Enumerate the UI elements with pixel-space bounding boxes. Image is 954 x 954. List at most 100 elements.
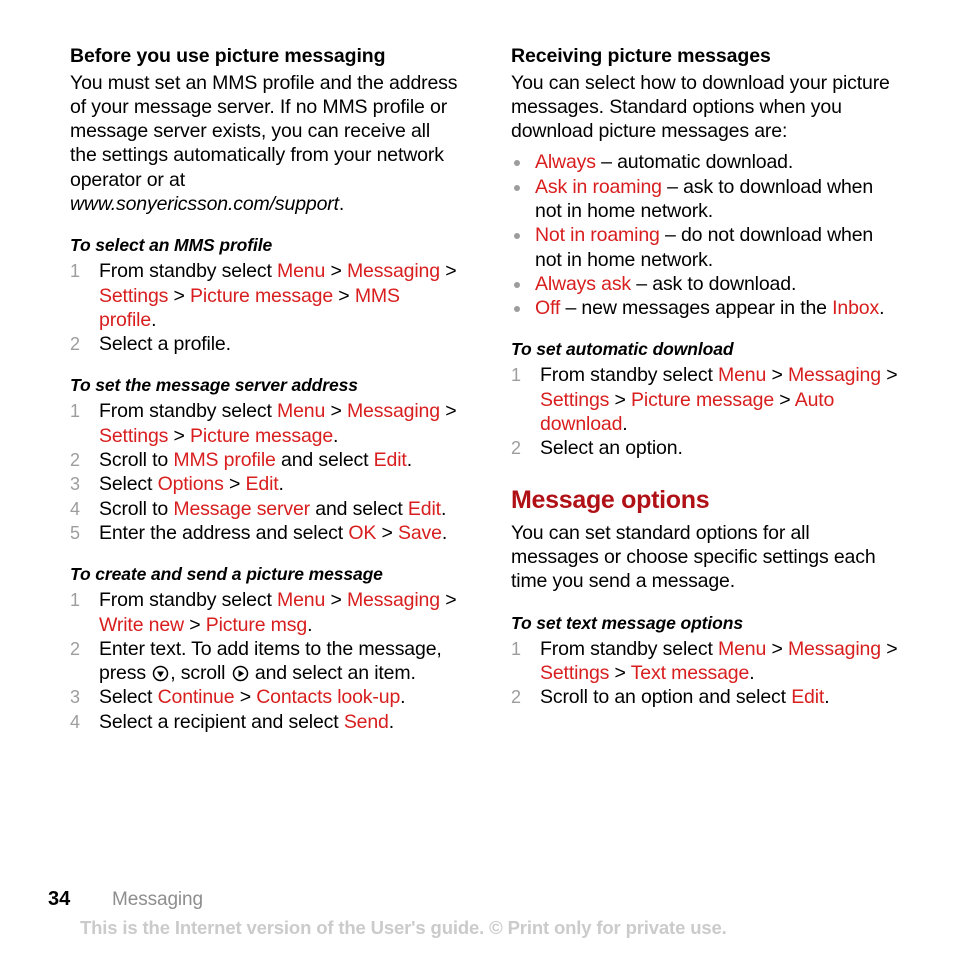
step-text: . (749, 661, 755, 684)
step-text: From standby select (540, 364, 718, 387)
intro-text-before-url: You must set an MMS profile and the addr… (70, 71, 458, 191)
procedure-step: Select Options > Edit. (70, 472, 458, 497)
ui-term: Messaging (346, 589, 440, 612)
step-text: . (879, 297, 885, 320)
ui-term: Messaging (346, 400, 440, 423)
step-text: From standby select (540, 637, 718, 660)
ui-term: Always (535, 151, 596, 174)
intro-text-after-url: . (338, 192, 345, 215)
step-text: – ask to download. (631, 272, 797, 295)
procedure-steps-create-send-picture-message: From standby select Menu > Messaging > W… (70, 588, 458, 734)
step-text: > (223, 473, 246, 496)
ui-term: Settings (540, 661, 610, 684)
step-text: – automatic download. (595, 151, 794, 174)
step-text: From standby select (99, 589, 277, 612)
left-column-intro-paragraph: You must set an MMS profile and the addr… (70, 71, 458, 217)
step-text: > (766, 364, 788, 387)
left-column: Before you use picture messaging You mus… (70, 44, 458, 734)
ui-term: Settings (99, 424, 169, 447)
procedure-steps-text-message-options: From standby select Menu > Messaging > S… (511, 637, 899, 710)
procedure-step: From standby select Menu > Messaging > W… (70, 588, 458, 637)
list-item: Always ask – ask to download. (511, 272, 899, 296)
procedure-step: Select a profile. (70, 332, 458, 357)
step-text: . (400, 686, 406, 709)
ui-term: Menu (277, 400, 326, 423)
step-text: > (234, 686, 257, 709)
step-text: > (880, 364, 898, 387)
step-text: Scroll to an option and select (540, 686, 792, 709)
list-item: Not in roaming – do not download when no… (511, 223, 899, 272)
step-text: > (168, 424, 191, 447)
ui-term: Ask in roaming (535, 175, 662, 198)
ui-term: Contacts look-up (256, 686, 401, 709)
step-text: Select an option. (540, 437, 683, 460)
step-text: > (168, 284, 191, 307)
page-footer: 34 Messaging This is the Internet versio… (48, 888, 918, 939)
ui-term: Menu (718, 364, 767, 387)
step-text: > (325, 260, 347, 283)
ui-term: Picture msg (205, 613, 308, 636)
ui-term: Continue (157, 686, 235, 709)
ui-term: Write new (99, 613, 184, 636)
navkey-down-icon (152, 665, 169, 682)
right-column-heading: Receiving picture messages (511, 45, 771, 67)
ui-term: Send (343, 710, 389, 733)
left-column-heading: Before you use picture messaging (70, 45, 386, 67)
procedure-step: From standby select Menu > Messaging > S… (511, 637, 899, 686)
step-text: From standby select (99, 260, 277, 283)
step-text: . (333, 424, 339, 447)
ui-term: Messaging (346, 260, 440, 283)
ui-term: Menu (277, 589, 326, 612)
step-text: > (439, 589, 457, 612)
ui-term: Menu (277, 260, 326, 283)
ui-term: MMS profile (173, 449, 276, 472)
step-text: . (441, 521, 448, 544)
step-text: > (766, 637, 788, 660)
user-guide-page: Before you use picture messaging You mus… (0, 0, 954, 954)
procedure-step: Scroll to an option and select Edit. (511, 685, 899, 710)
ui-term: Picture message (631, 388, 775, 411)
step-text: . (622, 413, 628, 436)
step-text: Scroll to (99, 497, 174, 520)
message-options-paragraph: You can set standard options for all mes… (511, 521, 876, 593)
step-text: and select (275, 449, 374, 472)
procedure-step: Scroll to MMS profile and select Edit. (70, 448, 458, 473)
step-text: > (325, 400, 347, 423)
step-text: . (388, 710, 395, 733)
ui-term: Messaging (787, 364, 881, 387)
procedure-steps-select-mms-profile: From standby select Menu > Messaging > S… (70, 259, 458, 356)
procedure-steps-automatic-download: From standby select Menu > Messaging > S… (511, 363, 899, 460)
step-text: > (880, 637, 898, 660)
procedure-step: Select a recipient and select Send. (70, 710, 458, 735)
ui-term: Text message (630, 661, 750, 684)
list-item: Off – new messages appear in the Inbox. (511, 296, 899, 320)
ui-term: Picture message (190, 424, 334, 447)
ui-term: Menu (718, 637, 767, 660)
ui-term: Settings (99, 284, 169, 307)
ui-term: Edit (791, 686, 825, 709)
step-text: and select an item. (249, 662, 416, 685)
step-text: Scroll to (99, 449, 174, 472)
procedure-step: From standby select Menu > Messaging > S… (70, 399, 458, 448)
step-text: > (333, 284, 355, 307)
ui-term: Messaging (787, 637, 881, 660)
section-heading-message-options: Message options (511, 485, 710, 514)
step-text: . (406, 449, 412, 472)
step-text: . (278, 473, 284, 496)
procedure-step: From standby select Menu > Messaging > S… (70, 259, 458, 332)
step-text: Select a profile. (99, 333, 231, 356)
step-text: > (439, 400, 457, 423)
procedure-step: From standby select Menu > Messaging > S… (511, 363, 899, 436)
ui-term: Options (157, 473, 224, 496)
navkey-right-icon (232, 665, 249, 682)
download-options-list: Always – automatic download. Ask in roami… (511, 150, 899, 320)
step-text: From standby select (99, 400, 277, 423)
ui-term: Off (535, 297, 561, 320)
procedure-step: Scroll to Message server and select Edit… (70, 497, 458, 522)
procedure-step: Enter text. To add items to the message,… (70, 637, 458, 686)
step-text: Select (99, 686, 158, 709)
support-url: www.sonyericsson.com/support (70, 192, 339, 215)
procedure-heading-message-server-address: To set the message server address (70, 375, 358, 396)
step-text: > (183, 613, 206, 636)
footer-watermark: This is the Internet version of the User… (80, 917, 727, 938)
